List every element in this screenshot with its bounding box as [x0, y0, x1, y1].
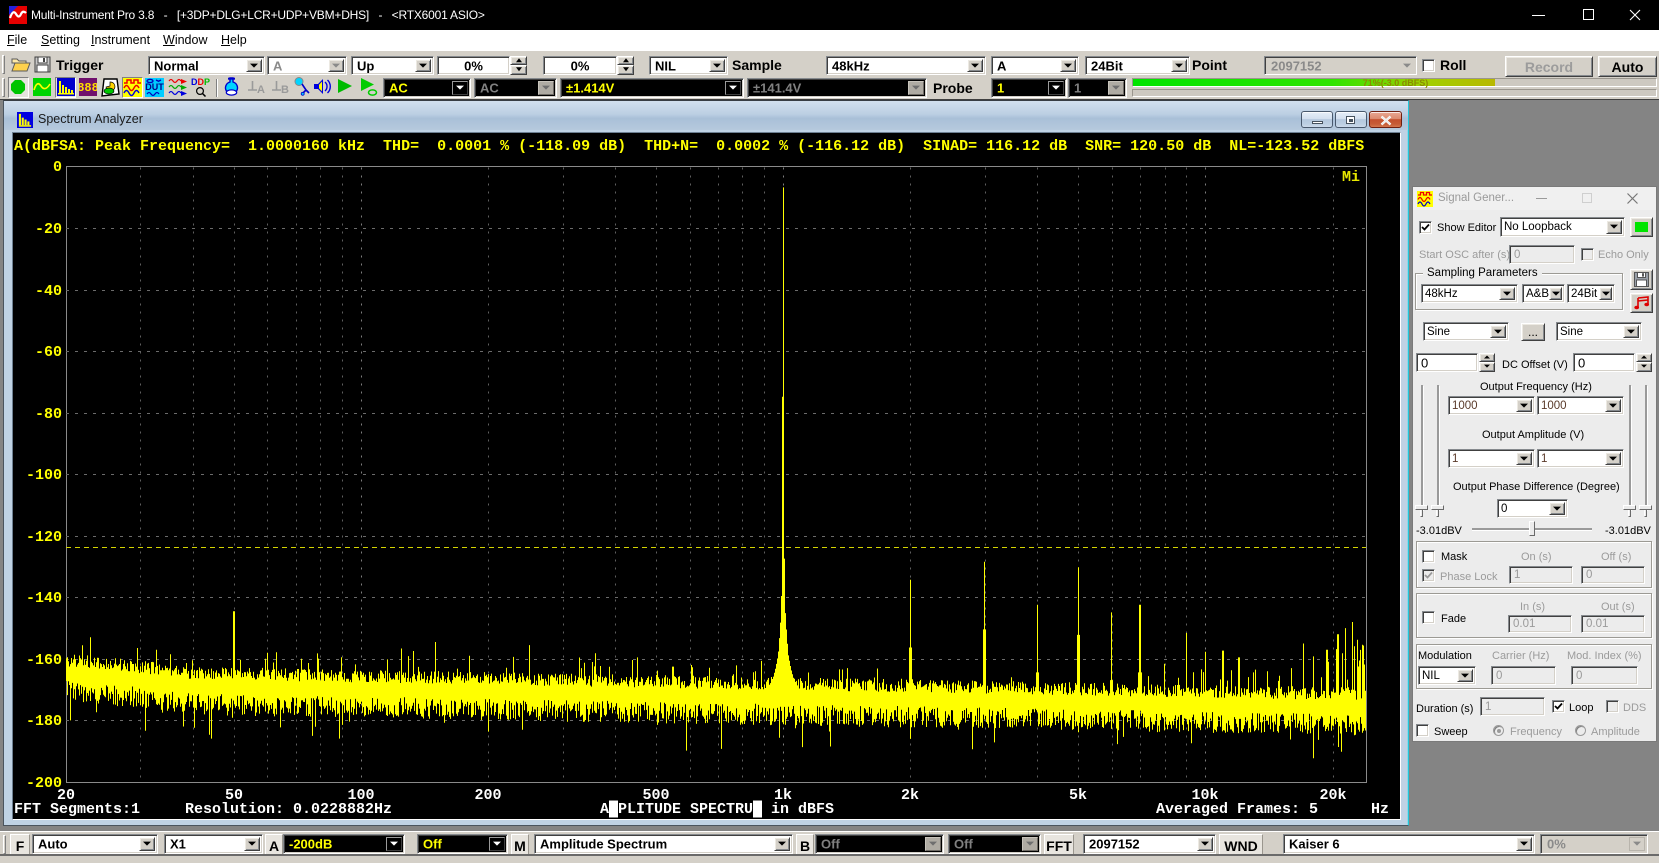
svg-text:A█PLITUDE SPECTRU█ in dBFS: A█PLITUDE SPECTRU█ in dBFS: [600, 800, 834, 818]
svg-text:Averaged Frames: 5: Averaged Frames: 5: [1156, 801, 1318, 818]
svg-text:DDP: DDP: [191, 77, 210, 87]
svg-text:DUT: DUT: [145, 82, 164, 92]
svg-text:-40: -40: [35, 283, 62, 300]
svg-text:FFT Segments:1: FFT Segments:1: [14, 801, 140, 818]
svg-text:0: 0: [53, 159, 62, 176]
svg-text:200: 200: [474, 787, 501, 804]
svg-text:A: A: [257, 84, 265, 96]
svg-text:20k: 20k: [1319, 787, 1346, 804]
svg-text:-20: -20: [35, 221, 62, 238]
svg-text:A(dBFSA: Peak Frequency= 1.00: A(dBFSA: Peak Frequency= 1.0000160 kHz T…: [14, 138, 1364, 155]
svg-text:-180: -180: [26, 713, 62, 730]
svg-text:B: B: [281, 84, 289, 96]
svg-text:Resolution: 0.0228882Hz: Resolution: 0.0228882Hz: [185, 801, 392, 818]
svg-text:-140: -140: [26, 590, 62, 607]
svg-text:-160: -160: [26, 652, 62, 669]
svg-text:-100: -100: [26, 467, 62, 484]
svg-text:888: 888: [79, 81, 97, 95]
svg-text:-60: -60: [35, 344, 62, 361]
svg-text:Mi: Mi: [1342, 169, 1360, 186]
svg-text:Hz: Hz: [1371, 801, 1389, 818]
svg-text:5k: 5k: [1069, 787, 1087, 804]
svg-text:-80: -80: [35, 406, 62, 423]
svg-text:-120: -120: [26, 529, 62, 546]
svg-text:2k: 2k: [901, 787, 919, 804]
